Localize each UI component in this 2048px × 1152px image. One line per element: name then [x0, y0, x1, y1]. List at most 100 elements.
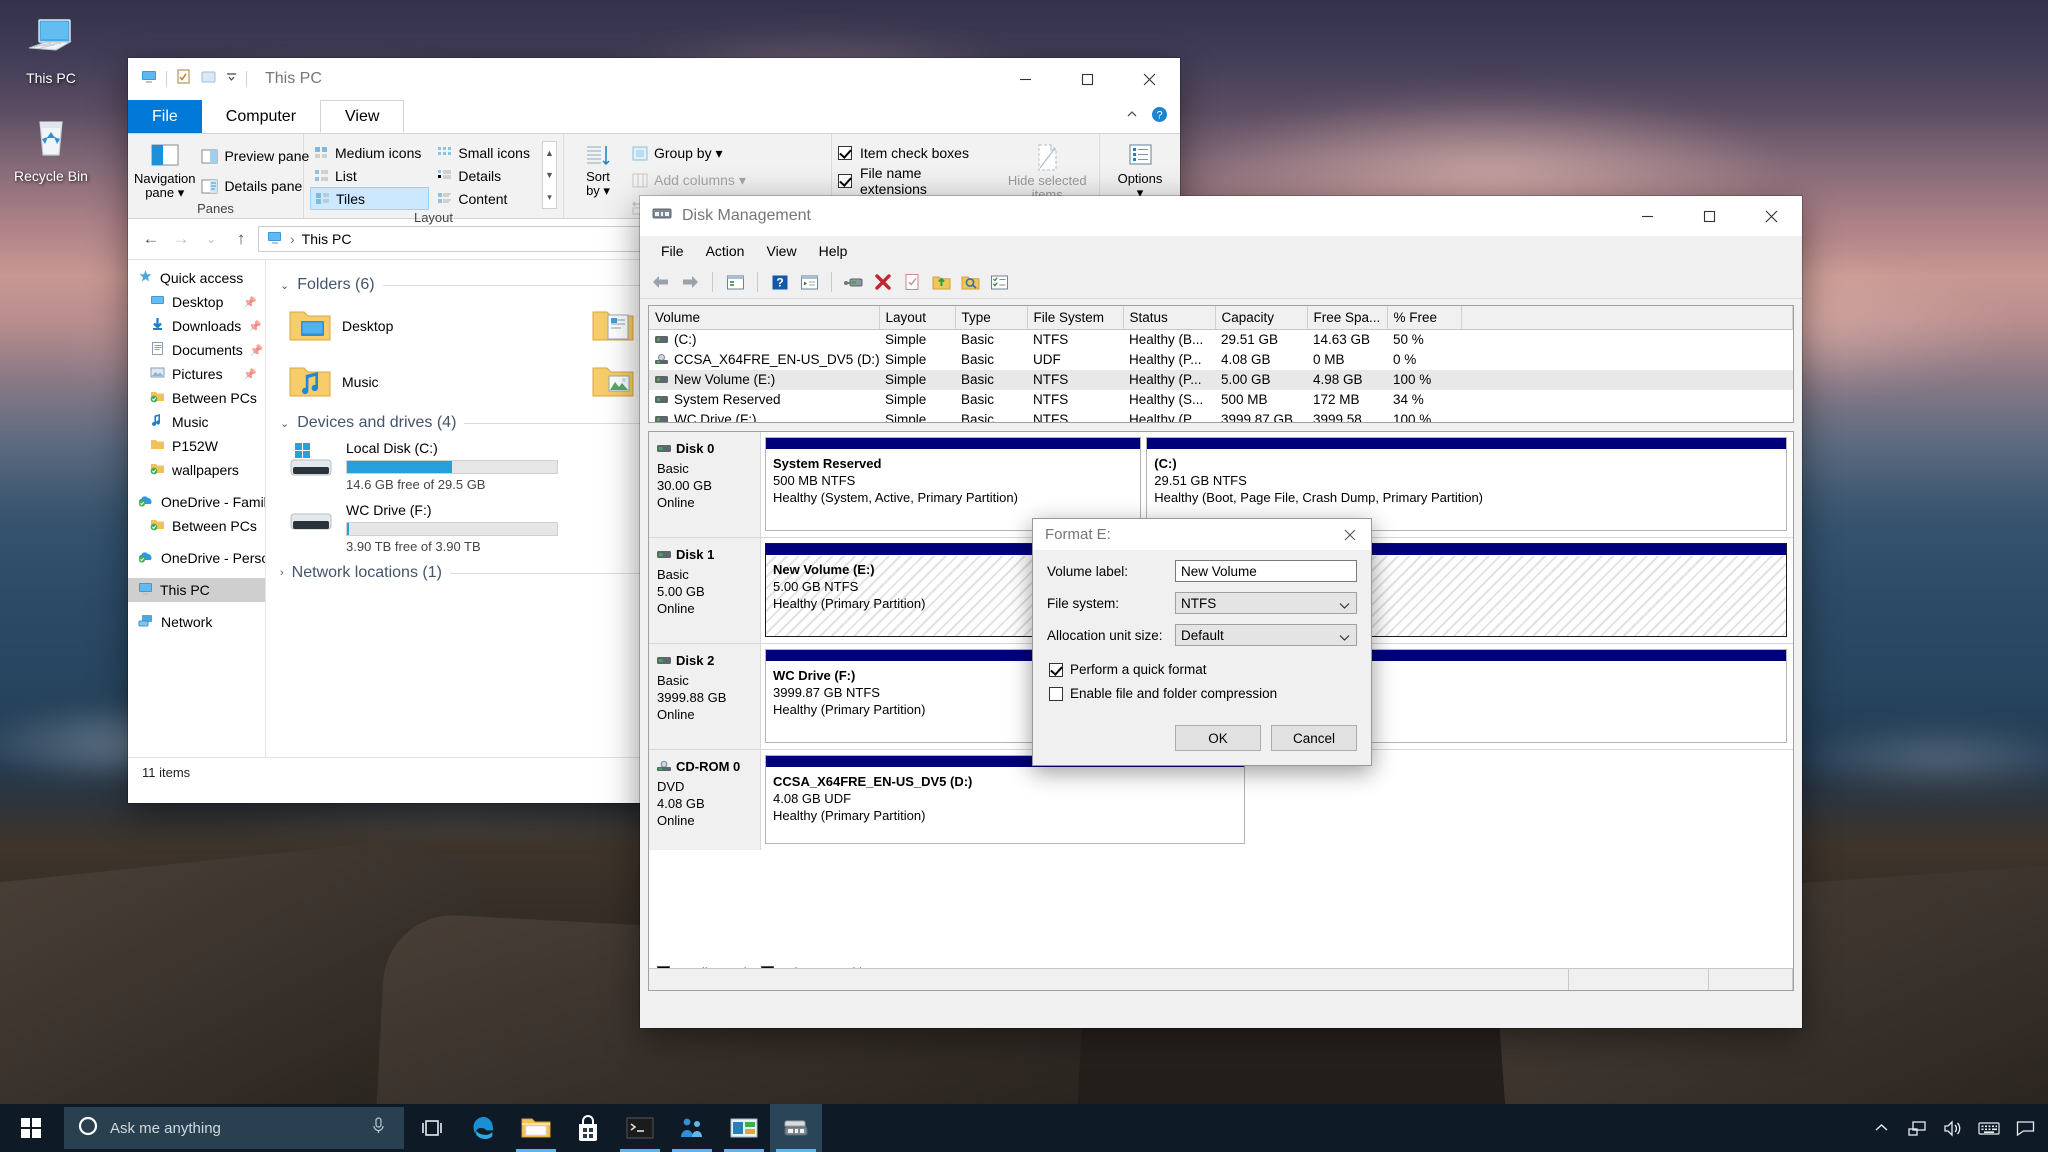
layout-details[interactable]: Details: [433, 164, 538, 187]
drive-tile-wc-drive-f[interactable]: WC Drive (F:) 3.90 TB free of 3.90 TB: [280, 500, 573, 558]
properties-icon[interactable]: [841, 270, 867, 294]
chevron-right-icon[interactable]: ›: [280, 567, 284, 579]
menu-help[interactable]: Help: [808, 240, 859, 262]
customize-chevron-icon[interactable]: [225, 70, 238, 88]
tab-view[interactable]: View: [320, 100, 405, 133]
folder-tile-music[interactable]: Music: [280, 356, 573, 408]
ribbon-tabs[interactable]: File Computer View ?: [128, 100, 1180, 133]
search-input[interactable]: Ask me anything: [64, 1107, 404, 1149]
network-icon[interactable]: [1900, 1104, 1934, 1152]
col-status[interactable]: Status: [1123, 306, 1216, 330]
diskmgmt-maximize-button[interactable]: [1678, 197, 1740, 235]
new-folder-icon[interactable]: [200, 68, 217, 90]
properties-icon[interactable]: [175, 68, 192, 90]
desktop-icon-recycle-bin[interactable]: Recycle Bin: [8, 110, 94, 184]
sidebar-item-documents[interactable]: Documents 📌: [128, 338, 265, 362]
format-dialog-buttons[interactable]: OK Cancel: [1175, 725, 1357, 751]
file-name-extensions-row[interactable]: File name extensions: [838, 165, 991, 197]
col-type[interactable]: Type: [955, 306, 1028, 330]
col-free-space[interactable]: Free Spa...: [1307, 306, 1388, 330]
compression-row[interactable]: Enable file and folder compression: [1033, 686, 1371, 701]
details-pane-button[interactable]: Details pane: [195, 174, 315, 198]
add-columns-button[interactable]: Add columns ▾: [626, 168, 792, 192]
help-icon[interactable]: ?: [1151, 106, 1168, 128]
gallery-expand-icon[interactable]: ▾: [543, 186, 556, 208]
checklist-icon[interactable]: [986, 270, 1012, 294]
disk-label-disk-1[interactable]: Disk 1 Basic 5.00 GB Online: [649, 538, 761, 643]
volume-icon[interactable]: [1936, 1104, 1970, 1152]
layout-small-icons[interactable]: Small icons: [433, 141, 538, 164]
layout-tiles[interactable]: Tiles: [310, 187, 430, 210]
layout-gallery[interactable]: Medium icons Small icons List Details Ti…: [310, 141, 538, 210]
layout-gallery-scrollbar[interactable]: ▲ ▼ ▾: [541, 141, 557, 209]
drive-tile-local-disk-c[interactable]: Local Disk (C:) 14.6 GB free of 29.5 GB: [280, 438, 573, 496]
forward-arrow-icon[interactable]: [677, 270, 703, 294]
sidebar-item-network[interactable]: Network: [128, 610, 265, 634]
diskmgmt-close-button[interactable]: [1740, 197, 1802, 235]
taskbar[interactable]: Ask me anything: [0, 1104, 2048, 1152]
sidebar-item-downloads[interactable]: Downloads 📌: [128, 314, 265, 338]
chevron-down-icon[interactable]: [1339, 598, 1350, 613]
table-row[interactable]: (C:) Simple Basic NTFS Healthy (B... 29.…: [649, 330, 1793, 350]
volume-table[interactable]: Volume Layout Type File System Status Ca…: [649, 306, 1793, 422]
gallery-scroll-down-icon[interactable]: ▼: [543, 164, 556, 186]
chevron-down-icon[interactable]: ⌄: [280, 417, 289, 430]
layout-medium-icons[interactable]: Medium icons: [310, 141, 429, 164]
table-row[interactable]: New Volume (E:) Simple Basic NTFS Health…: [649, 369, 1793, 390]
sidebar-item-desktop[interactable]: Desktop 📌: [128, 290, 265, 314]
group-by-button[interactable]: Group by ▾: [626, 141, 792, 165]
taskbar-app-command-prompt[interactable]: [614, 1104, 666, 1152]
show-hidden-icons-chevron[interactable]: [1864, 1104, 1898, 1152]
volume-table-header-row[interactable]: Volume Layout Type File System Status Ca…: [649, 306, 1793, 330]
taskbar-app-file-explorer[interactable]: [510, 1104, 562, 1152]
sidebar-item-pictures[interactable]: Pictures 📌: [128, 362, 265, 386]
format-dialog-titlebar[interactable]: Format E:: [1033, 519, 1371, 550]
sidebar-item-onedrive-family[interactable]: OneDrive - Family: [128, 490, 265, 514]
volume-label-input[interactable]: New Volume: [1175, 560, 1357, 582]
taskbar-app-disk-management[interactable]: [770, 1104, 822, 1152]
menu-action[interactable]: Action: [695, 240, 756, 262]
task-view-button[interactable]: [406, 1104, 458, 1152]
show-hide-action-pane-icon[interactable]: [796, 270, 822, 294]
col-volume[interactable]: Volume: [649, 306, 880, 330]
back-arrow-icon[interactable]: [648, 270, 674, 294]
zoom-icon[interactable]: [957, 270, 983, 294]
navigation-pane-button[interactable]: Navigation pane ▾: [134, 138, 195, 200]
disk-label-disk-0[interactable]: Disk 0 Basic 30.00 GB Online: [649, 432, 761, 537]
taskbar-app-office[interactable]: [718, 1104, 770, 1152]
quick-format-checkbox[interactable]: [1049, 662, 1063, 677]
recent-locations-chevron-icon[interactable]: ⌄: [198, 226, 224, 252]
action-center-icon[interactable]: [2008, 1104, 2042, 1152]
explorer-minimize-button[interactable]: [994, 60, 1056, 98]
quick-format-row[interactable]: Perform a quick format: [1033, 662, 1371, 677]
chevron-down-icon[interactable]: ⌄: [280, 279, 289, 292]
microphone-icon[interactable]: [371, 1117, 386, 1139]
tab-computer[interactable]: Computer: [202, 100, 320, 133]
quick-access-toolbar[interactable]: This PC: [128, 64, 322, 94]
navigation-pane[interactable]: Quick access Desktop 📌 Downloads 📌 Docum…: [128, 260, 266, 757]
col-layout[interactable]: Layout: [879, 306, 956, 330]
taskbar-app-people[interactable]: [666, 1104, 718, 1152]
diskmgmt-menubar[interactable]: File Action View Help: [640, 236, 1802, 266]
col-file-system[interactable]: File System: [1027, 306, 1124, 330]
taskbar-app-store[interactable]: [562, 1104, 614, 1152]
start-button[interactable]: [0, 1104, 62, 1152]
keyboard-icon[interactable]: [1972, 1104, 2006, 1152]
menu-view[interactable]: View: [755, 240, 807, 262]
item-check-boxes-row[interactable]: Item check boxes: [838, 140, 991, 166]
options-button[interactable]: Options ▾: [1106, 138, 1174, 200]
back-arrow-icon[interactable]: ←: [138, 226, 164, 252]
file-name-extensions-checkbox[interactable]: [838, 174, 852, 188]
export-list-icon[interactable]: [928, 270, 954, 294]
menu-file[interactable]: File: [650, 240, 695, 262]
cancel-button[interactable]: Cancel: [1271, 725, 1357, 751]
layout-list[interactable]: List: [310, 164, 429, 187]
chevron-up-icon[interactable]: [1125, 107, 1139, 126]
help-icon[interactable]: ?: [767, 270, 793, 294]
tab-file[interactable]: File: [128, 100, 202, 133]
gallery-scroll-up-icon[interactable]: ▲: [543, 142, 556, 164]
sidebar-item-onedrive-personal[interactable]: OneDrive - Personal: [128, 546, 265, 570]
forward-arrow-icon[interactable]: →: [168, 226, 194, 252]
table-row[interactable]: WC Drive (F:) Simple Basic NTFS Healthy …: [649, 410, 1793, 422]
sidebar-item-p152w[interactable]: P152W: [128, 434, 265, 458]
